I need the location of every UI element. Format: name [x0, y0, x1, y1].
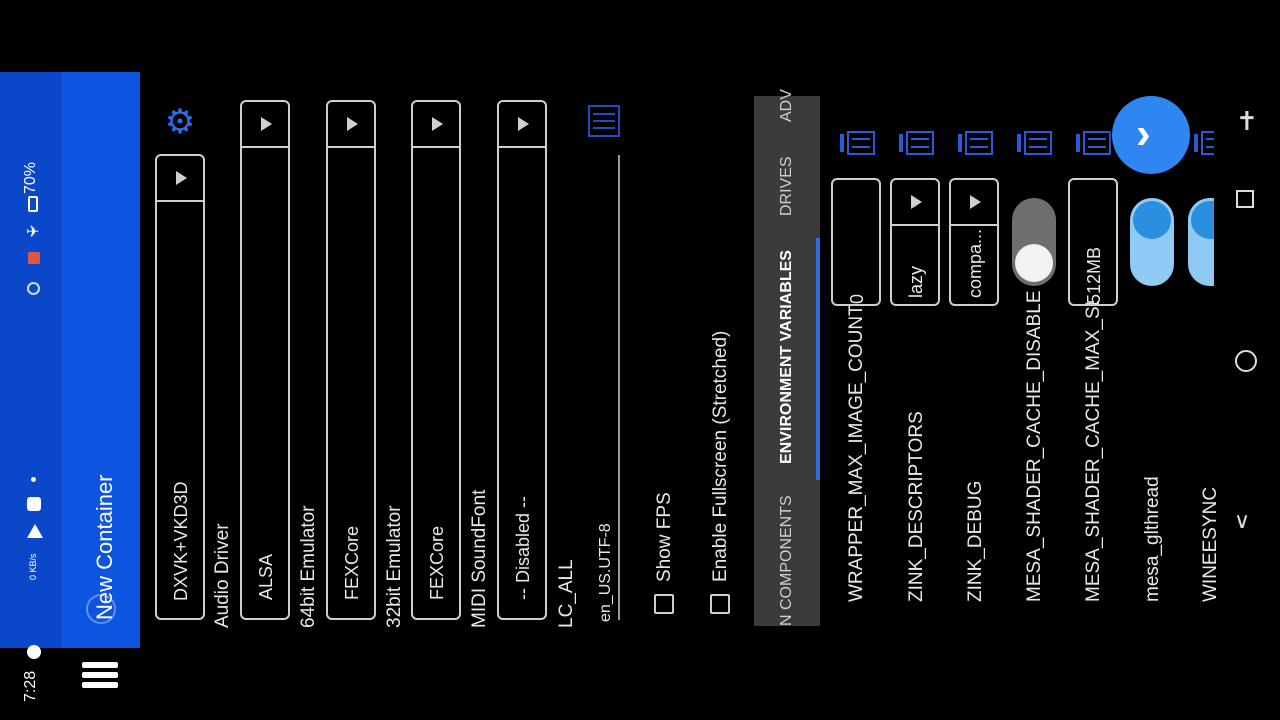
- env-name-wrapper-max-image-count: WRAPPER_MAX_IMAGE_COUNT: [846, 304, 867, 602]
- toggle-thumb: [1191, 201, 1214, 239]
- emulator32-value: FEXCore: [427, 525, 447, 600]
- tab-components[interactable]: N COMPONENTS: [778, 495, 796, 626]
- env-value-text: lazy: [906, 265, 926, 298]
- show-fps-checkbox[interactable]: [654, 594, 674, 614]
- data-speed: 0 KB/s: [28, 553, 38, 580]
- select-arrow-area: [157, 156, 203, 202]
- accessibility-icon[interactable]: ✝: [1236, 106, 1258, 137]
- env-name-mesa-shader-cache-disable: MESA_SHADER_CACHE_DISABLE: [1024, 290, 1045, 603]
- select-arrow-area: [328, 102, 374, 148]
- tab-active-indicator: [816, 238, 820, 480]
- locale-list-icon[interactable]: [588, 105, 620, 137]
- lc-all-input-underline: [618, 155, 620, 620]
- tab-environment-variables[interactable]: ENVIRONMENT VARIABLES: [778, 250, 796, 464]
- dropdown-arrow-icon: [347, 117, 358, 131]
- select-arrow-area: [413, 102, 459, 148]
- emulator64-value: FEXCore: [342, 525, 362, 600]
- data-speed-value: 0: [28, 574, 38, 580]
- emulator32-label: 32bit Emulator: [384, 505, 405, 628]
- show-fps-label: Show FPS: [654, 492, 675, 582]
- midi-label: MIDI SoundFont: [469, 489, 490, 628]
- env-value-input[interactable]: 0: [831, 178, 881, 306]
- toggle-switch-on[interactable]: [1188, 198, 1214, 286]
- env-name-zink-descriptors: ZINK_DESCRIPTORS: [906, 411, 927, 602]
- midi-select[interactable]: -- Disabled --: [497, 100, 547, 620]
- toggle-thumb: [1015, 244, 1053, 282]
- airplane-icon: ✈: [26, 224, 40, 241]
- dot-icon: [31, 477, 36, 482]
- dropdown-arrow-icon: [432, 117, 443, 131]
- system-nav-bar: ✝ ∨: [1220, 72, 1280, 648]
- dropdown-arrow-icon: [911, 195, 922, 209]
- emulator64-select[interactable]: FEXCore: [326, 100, 376, 620]
- battery-percent: 70%: [22, 161, 39, 194]
- emulator32-select[interactable]: FEXCore: [411, 100, 461, 620]
- dropdown-arrow-icon: [261, 117, 272, 131]
- delete-icon[interactable]: [1074, 130, 1112, 156]
- app-badge-icon: [27, 645, 41, 659]
- gear-icon[interactable]: ⚙: [162, 104, 198, 140]
- select-arrow-area: [242, 102, 288, 148]
- audio-driver-select[interactable]: ALSA: [240, 100, 290, 620]
- env-value-text: 512MB: [1084, 246, 1104, 304]
- confirm-fab-button[interactable]: ›: [1112, 96, 1190, 174]
- toggle-thumb: [1133, 201, 1171, 239]
- dropdown-arrow-icon: [176, 171, 187, 185]
- audio-driver-label: Audio Driver: [212, 523, 233, 628]
- env-name-zink-debug: ZINK_DEBUG: [965, 480, 986, 602]
- menu-icon[interactable]: [82, 662, 118, 696]
- lc-all-label: LC_ALL: [556, 559, 577, 628]
- fullscreen-checkbox[interactable]: [710, 594, 730, 614]
- toggle-switch-on[interactable]: [1130, 198, 1174, 286]
- battery-icon: [28, 196, 38, 212]
- emulator64-label: 64bit Emulator: [298, 505, 319, 628]
- select-arrow-area: [892, 180, 938, 226]
- record-icon: [27, 497, 41, 511]
- plus-circle-icon: [27, 282, 40, 295]
- warning-icon: [27, 524, 43, 538]
- profile-circle-icon: [86, 594, 116, 624]
- delete-icon[interactable]: [897, 130, 935, 156]
- tab-advanced[interactable]: ADV: [778, 89, 796, 122]
- status-bar: 7:28 70% ✈ 0 KB/s: [0, 72, 62, 702]
- delete-icon[interactable]: [838, 130, 876, 156]
- graphics-driver-select[interactable]: DXVK+VKD3D: [155, 154, 205, 620]
- select-arrow-area: [951, 180, 997, 226]
- tab-bar: N COMPONENTS ENVIRONMENT VARIABLES DRIVE…: [754, 89, 820, 626]
- select-arrow-area: [499, 102, 545, 148]
- toggle-switch-off[interactable]: [1012, 198, 1056, 286]
- env-value-text: 0: [847, 293, 867, 304]
- back-icon[interactable]: ∨: [1234, 508, 1250, 534]
- graphics-driver-value: DXVK+VKD3D: [171, 481, 191, 601]
- dropdown-arrow-icon: [518, 117, 529, 131]
- env-value-select[interactable]: lazy: [890, 178, 940, 306]
- env-value-select[interactable]: compa...: [949, 178, 999, 306]
- lc-all-input[interactable]: en_US.UTF-8: [597, 523, 615, 622]
- midi-value: -- Disabled --: [513, 495, 533, 600]
- env-name-wineesync: WINEESYNC: [1200, 486, 1221, 602]
- dropdown-arrow-icon: [970, 195, 981, 209]
- status-time: 7:28: [22, 670, 39, 702]
- app-bar: New Container: [62, 72, 140, 688]
- env-value-input[interactable]: 512MB: [1068, 178, 1118, 306]
- audio-driver-value: ALSA: [256, 553, 276, 600]
- delete-icon[interactable]: [956, 130, 994, 156]
- data-speed-unit: KB/s: [28, 553, 38, 573]
- delete-icon[interactable]: [1015, 130, 1053, 156]
- tab-drives[interactable]: DRIVES: [778, 156, 796, 216]
- recent-apps-icon[interactable]: [1236, 190, 1254, 208]
- env-name-mesa-glthread: mesa_glthread: [1142, 476, 1163, 602]
- env-value-text: compa...: [965, 228, 985, 298]
- chevron-right-icon: ›: [1136, 109, 1151, 158]
- fullscreen-label: Enable Fullscreen (Stretched): [710, 330, 731, 582]
- notification-icon: [28, 252, 40, 264]
- home-icon[interactable]: [1235, 350, 1257, 372]
- env-name-mesa-shader-cache-max-size: MESA_SHADER_CACHE_MAX_SI: [1083, 301, 1104, 602]
- delete-icon[interactable]: [1192, 130, 1214, 156]
